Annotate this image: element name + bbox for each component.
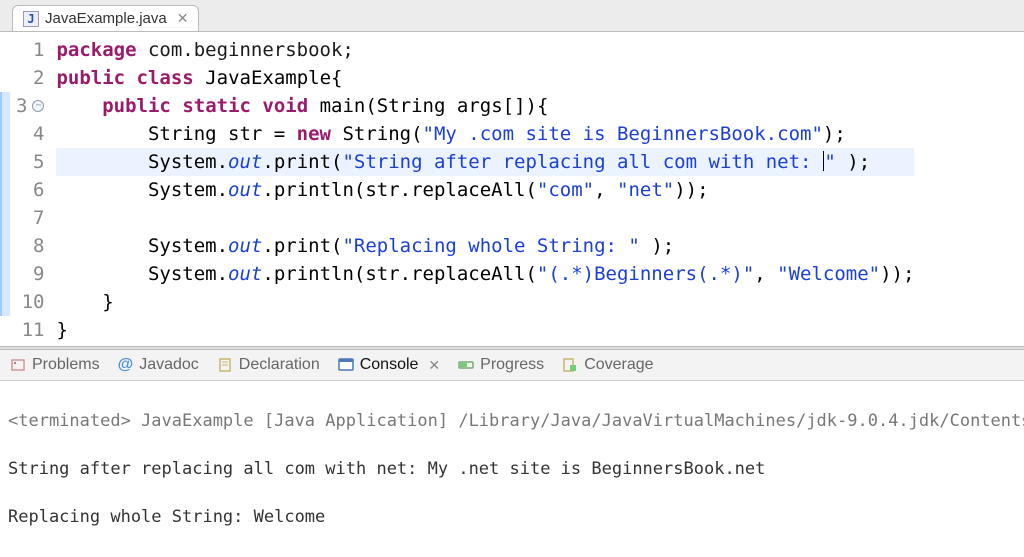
tab-label: Progress: [480, 356, 544, 374]
editor-tab-filename: JavaExample.java: [45, 10, 167, 27]
declaration-icon: [217, 357, 233, 373]
tab-problems[interactable]: Problems: [10, 356, 100, 374]
editor-tab[interactable]: J JavaExample.java ✕: [12, 5, 199, 31]
code-line: }: [56, 316, 914, 344]
code-line: [56, 204, 914, 232]
line-number: 1: [33, 36, 44, 64]
tab-javadoc[interactable]: @ Javadoc: [118, 356, 199, 374]
code-line: package com.beginnersbook;: [56, 36, 914, 64]
java-file-icon: J: [23, 11, 39, 27]
code-line: public static void main(String args[]){: [56, 92, 914, 120]
line-number: 11: [22, 316, 45, 344]
console-line: String after replacing all com with net:…: [8, 457, 1016, 481]
code-line: System.out.println(str.replaceAll("(.*)B…: [56, 260, 914, 288]
tab-progress[interactable]: Progress: [458, 356, 544, 374]
line-number: 5: [33, 148, 44, 176]
code-area[interactable]: package com.beginnersbook; public class …: [52, 36, 914, 344]
console-line: Replacing whole String: Welcome: [8, 505, 1016, 529]
line-number-gutter: 1 2 3− 4 5 6 7 8 9 10 11: [10, 36, 52, 344]
editor-tab-bar: J JavaExample.java ✕: [0, 0, 1024, 32]
code-line: String str = new String("My .com site is…: [56, 120, 914, 148]
code-line: public class JavaExample{: [56, 64, 914, 92]
code-line-active: System.out.print("String after replacing…: [56, 148, 914, 176]
tab-label: Console: [360, 356, 419, 374]
close-icon[interactable]: ✕: [428, 357, 440, 374]
progress-icon: [458, 357, 474, 373]
code-line: System.out.print("Replacing whole String…: [56, 232, 914, 260]
line-number: 3: [16, 92, 27, 120]
bottom-tab-bar: Problems @ Javadoc Declaration Console ✕…: [0, 350, 1024, 381]
tab-label: Problems: [32, 356, 100, 374]
fold-band: [0, 36, 10, 344]
tab-coverage[interactable]: Coverage: [562, 356, 653, 374]
tab-declaration[interactable]: Declaration: [217, 356, 320, 374]
console-output[interactable]: <terminated> JavaExample [Java Applicati…: [0, 381, 1024, 557]
code-editor[interactable]: 1 2 3− 4 5 6 7 8 9 10 11 package com.beg…: [0, 32, 1024, 344]
line-number: 2: [33, 64, 44, 92]
line-number: 4: [33, 120, 44, 148]
code-line: System.out.println(str.replaceAll("com",…: [56, 176, 914, 204]
code-line: }: [56, 288, 914, 316]
problems-icon: [10, 357, 26, 373]
line-number: 10: [22, 288, 45, 316]
javadoc-icon: @: [118, 356, 134, 374]
line-number: 7: [33, 204, 44, 232]
line-number: 8: [33, 232, 44, 260]
tab-label: Coverage: [584, 356, 653, 374]
tab-label: Javadoc: [139, 356, 199, 374]
coverage-icon: [562, 357, 578, 373]
close-icon[interactable]: ✕: [177, 10, 189, 27]
fold-toggle-icon[interactable]: −: [32, 100, 44, 112]
tab-label: Declaration: [239, 356, 320, 374]
console-icon: [338, 357, 354, 373]
line-number: 9: [33, 260, 44, 288]
line-number: 6: [33, 176, 44, 204]
tab-console[interactable]: Console ✕: [338, 356, 440, 374]
console-header: <terminated> JavaExample [Java Applicati…: [8, 409, 1016, 433]
